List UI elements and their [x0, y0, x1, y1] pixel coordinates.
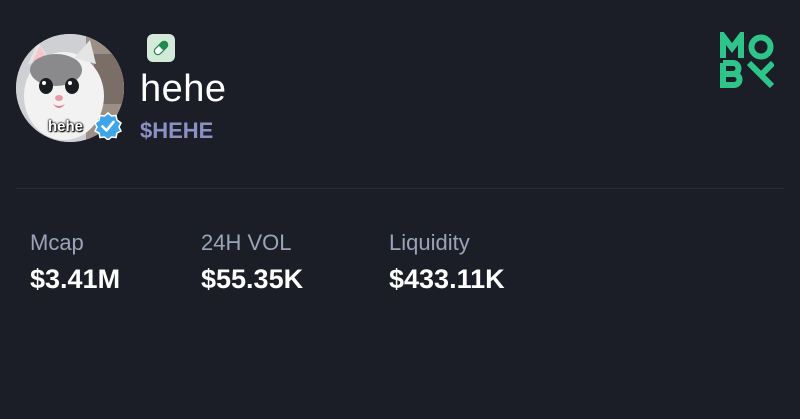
stat-value: $55.35K [201, 264, 304, 294]
platform-badge [147, 34, 175, 62]
token-symbol: $HEHE [140, 118, 214, 143]
stat-mcap: Mcap $3.41M [30, 230, 120, 295]
token-name: hehe [140, 68, 227, 110]
stat-label: Liquidity [389, 230, 470, 255]
section-divider [16, 188, 784, 189]
stat-value: $3.41M [30, 264, 121, 294]
avatar-caption: hehe [48, 118, 84, 135]
pill-icon [153, 40, 169, 56]
stat-liquidity: Liquidity $433.11K [389, 230, 505, 295]
verified-check-icon [94, 112, 122, 140]
moby-logo [720, 32, 774, 88]
stat-value: $433.11K [389, 264, 505, 294]
stat-24h-volume: 24H VOL $55.35K [201, 230, 303, 295]
stat-label: 24H VOL [201, 230, 292, 255]
stat-label: Mcap [30, 230, 84, 255]
